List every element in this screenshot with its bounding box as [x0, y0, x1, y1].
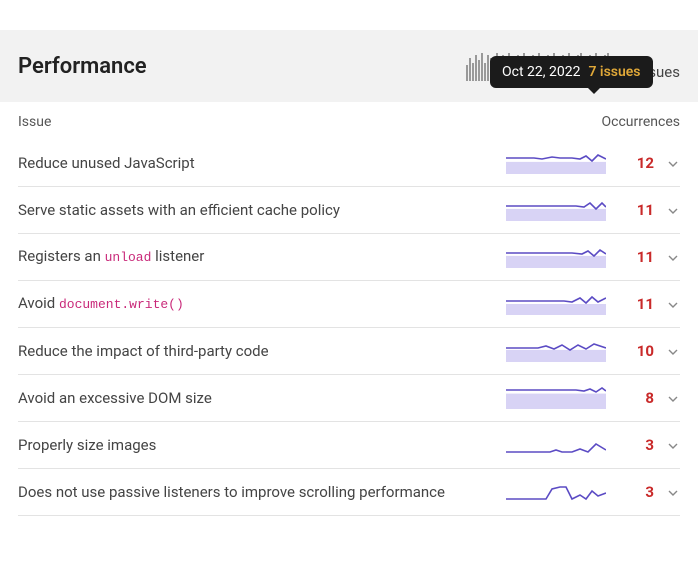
chevron-down-icon[interactable] [666, 248, 680, 267]
spark-bar [466, 65, 468, 81]
issue-name: Avoid document.write() [18, 293, 494, 314]
occurrences-count: 11 [618, 248, 654, 266]
spark-bar [472, 63, 474, 81]
spark-bar [469, 58, 471, 81]
chevron-down-icon[interactable] [666, 483, 680, 502]
issue-name: Registers an unload listener [18, 246, 494, 267]
occurrences-count: 3 [618, 436, 654, 454]
row-sparkline [506, 152, 606, 174]
col-occurrences: Occurrences [602, 114, 681, 130]
row-sparkline [506, 387, 606, 409]
issue-name: Properly size images [18, 435, 494, 456]
spark-bar [481, 53, 483, 81]
row-sparkline [506, 199, 606, 221]
chevron-down-icon[interactable] [666, 201, 680, 220]
chevron-down-icon[interactable] [666, 295, 680, 314]
issue-name: Reduce the impact of third-party code [18, 341, 494, 362]
issue-name: Avoid an excessive DOM size [18, 388, 494, 409]
row-sparkline [506, 293, 606, 315]
issue-row[interactable]: Avoid document.write() 11 [18, 281, 680, 328]
spark-bar [475, 55, 477, 81]
sparkline-tooltip: Oct 22, 2022 7 issues [490, 56, 653, 88]
tooltip-badge: 7 issues [588, 64, 640, 80]
chevron-down-icon[interactable] [666, 342, 680, 361]
issue-row[interactable]: Does not use passive listeners to improv… [18, 469, 680, 516]
chevron-down-icon[interactable] [666, 389, 680, 408]
issue-list: Reduce unused JavaScript 12 Serve static a… [0, 140, 698, 516]
col-issue: Issue [18, 114, 51, 130]
issue-row[interactable]: Reduce unused JavaScript 12 [18, 140, 680, 187]
column-headers: Issue Occurrences [0, 102, 698, 140]
issue-name: Does not use passive listeners to improv… [18, 482, 494, 503]
spark-bar [478, 60, 480, 81]
occurrences-count: 12 [618, 154, 654, 172]
occurrences-count: 11 [618, 201, 654, 219]
spark-bar [487, 55, 489, 81]
chevron-down-icon[interactable] [666, 436, 680, 455]
occurrences-count: 3 [618, 483, 654, 501]
occurrences-count: 11 [618, 295, 654, 313]
row-sparkline [506, 481, 606, 503]
issue-row[interactable]: Avoid an excessive DOM size 8 [18, 375, 680, 422]
page-title: Performance [18, 54, 147, 79]
issue-row[interactable]: Serve static assets with an efficient ca… [18, 187, 680, 234]
issue-name: Serve static assets with an efficient ca… [18, 200, 494, 221]
occurrences-count: 10 [618, 342, 654, 360]
row-sparkline [506, 246, 606, 268]
chevron-down-icon[interactable] [666, 154, 680, 173]
row-sparkline [506, 340, 606, 362]
issue-row[interactable]: Registers an unload listener 11 [18, 234, 680, 281]
occurrences-count: 8 [618, 389, 654, 407]
issue-row[interactable]: Properly size images 3 [18, 422, 680, 469]
spark-bar [484, 63, 486, 81]
issue-row[interactable]: Reduce the impact of third-party code 10 [18, 328, 680, 375]
tooltip-date: Oct 22, 2022 [502, 64, 580, 80]
row-sparkline [506, 434, 606, 456]
issue-name: Reduce unused JavaScript [18, 153, 494, 174]
